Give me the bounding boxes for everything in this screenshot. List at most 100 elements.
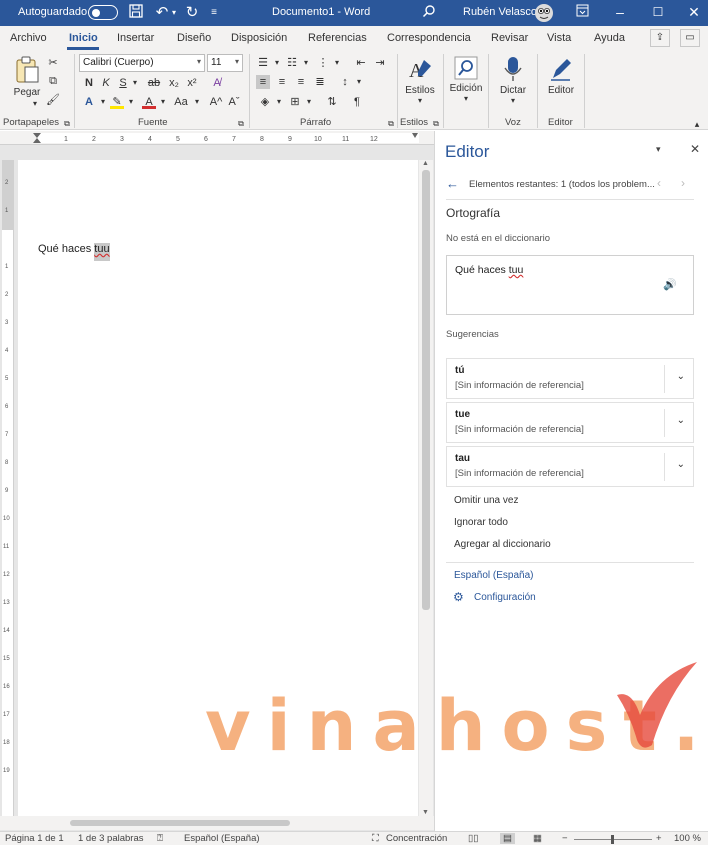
tab-correspondencia[interactable]: Correspondencia: [387, 32, 471, 44]
zoom-in-icon[interactable]: +: [656, 833, 662, 844]
close-pane-icon[interactable]: ✕: [690, 142, 700, 156]
paragraph-launcher-icon[interactable]: ⧉: [384, 117, 398, 131]
font-launcher-icon[interactable]: ⧉: [234, 117, 248, 131]
line-spacing-icon[interactable]: ↕: [338, 75, 352, 89]
numbering-dropdown-icon[interactable]: ▾: [299, 56, 313, 70]
superscript-button[interactable]: x²: [185, 76, 199, 90]
user-name[interactable]: Rubén Velasco: [463, 6, 537, 18]
sort-icon[interactable]: ⇅: [325, 95, 339, 109]
chevron-down-icon[interactable]: ⌄: [677, 415, 685, 426]
search-icon[interactable]: [420, 4, 438, 21]
undo-icon[interactable]: ↶: [152, 4, 172, 21]
minimize-icon[interactable]: –: [612, 4, 628, 21]
page-count[interactable]: Página 1 de 1: [5, 833, 64, 844]
share-icon[interactable]: ⇪: [650, 29, 670, 47]
multilevel-list-icon[interactable]: ⋮: [316, 56, 330, 70]
highlight-icon[interactable]: ✎: [110, 95, 124, 109]
strikethrough-button[interactable]: ab: [147, 76, 161, 90]
scroll-down-icon[interactable]: ▼: [422, 809, 429, 816]
add-to-dictionary-button[interactable]: Agregar al diccionario: [454, 539, 551, 550]
align-center-icon[interactable]: ≡: [275, 75, 289, 89]
font-color-dropdown-icon[interactable]: ▾: [156, 95, 170, 109]
zoom-out-icon[interactable]: −: [562, 833, 568, 844]
italic-button[interactable]: K: [99, 76, 113, 90]
shrink-font-button[interactable]: Aˇ: [226, 95, 242, 109]
borders-dropdown-icon[interactable]: ▾: [302, 95, 316, 109]
show-formatting-icon[interactable]: ¶: [350, 95, 364, 109]
chevron-down-icon[interactable]: ⌄: [677, 459, 685, 470]
multilevel-dropdown-icon[interactable]: ▾: [330, 56, 344, 70]
line-spacing-dropdown-icon[interactable]: ▾: [352, 75, 366, 89]
align-left-icon[interactable]: ≡: [256, 75, 270, 89]
proofing-icon[interactable]: ⍰: [157, 833, 163, 844]
bold-button[interactable]: N: [82, 76, 96, 90]
cut-icon[interactable]: ✂: [46, 56, 60, 70]
customize-toolbar-icon[interactable]: ≡: [208, 4, 220, 21]
language-status[interactable]: Español (España): [184, 833, 260, 844]
focus-mode-button[interactable]: Concentración: [386, 833, 447, 844]
styles-launcher-icon[interactable]: ⧉: [429, 117, 443, 131]
borders-icon[interactable]: ⊞: [288, 95, 302, 109]
tab-vista[interactable]: Vista: [547, 32, 571, 44]
suggestion-item[interactable]: tue [Sin información de referencia] ⌄: [446, 402, 694, 443]
undo-dropdown-icon[interactable]: ▾: [170, 4, 178, 21]
editing-button[interactable]: Edición ▾: [449, 56, 483, 103]
pane-options-icon[interactable]: ▾: [656, 144, 661, 155]
tab-ayuda[interactable]: Ayuda: [594, 32, 625, 44]
clear-formatting-icon[interactable]: A̸: [210, 76, 224, 90]
redo-icon[interactable]: ↻: [183, 4, 201, 21]
word-count[interactable]: 1 de 3 palabras: [78, 833, 144, 844]
autosave-toggle[interactable]: [88, 5, 118, 20]
grow-font-button[interactable]: A^: [208, 95, 224, 109]
avatar[interactable]: [533, 3, 555, 22]
next-icon[interactable]: ›: [681, 176, 685, 190]
tab-diseno[interactable]: Diseño: [177, 32, 211, 44]
suggestion-item[interactable]: tau [Sin información de referencia] ⌄: [446, 446, 694, 487]
save-icon[interactable]: [128, 4, 144, 21]
settings-link[interactable]: Configuración: [474, 592, 536, 603]
tab-disposicion[interactable]: Disposición: [231, 32, 287, 44]
underline-dropdown-icon[interactable]: ▾: [128, 76, 142, 90]
font-color-icon[interactable]: A: [142, 95, 156, 109]
scroll-up-icon[interactable]: ▲: [422, 160, 429, 167]
change-case-button[interactable]: Aa: [172, 95, 190, 109]
highlight-dropdown-icon[interactable]: ▾: [124, 95, 138, 109]
paste-button[interactable]: Pegar: [12, 56, 42, 98]
back-arrow-icon[interactable]: ←: [446, 176, 459, 191]
format-painter-icon[interactable]: 🖌: [46, 93, 60, 107]
horizontal-scrollbar-thumb[interactable]: [70, 820, 290, 826]
collapse-ribbon-icon[interactable]: ▴: [690, 117, 704, 131]
tab-referencias[interactable]: Referencias: [308, 32, 367, 44]
editor-button[interactable]: Editor: [543, 56, 579, 96]
change-case-dropdown-icon[interactable]: ▾: [190, 95, 204, 109]
read-mode-icon[interactable]: ▯▯: [468, 833, 478, 844]
zoom-slider-handle[interactable]: [611, 835, 614, 844]
read-aloud-icon[interactable]: 🔊: [663, 278, 677, 291]
comments-icon[interactable]: ▭: [680, 29, 700, 47]
misspelled-word[interactable]: tuu: [94, 243, 110, 261]
close-icon[interactable]: ✕: [686, 4, 702, 21]
tab-revisar[interactable]: Revisar: [491, 32, 528, 44]
tab-insertar[interactable]: Insertar: [117, 32, 154, 44]
scrollbar-thumb[interactable]: [422, 170, 430, 610]
text-effects-dropdown-icon[interactable]: ▾: [96, 95, 110, 109]
previous-icon[interactable]: ‹: [657, 176, 661, 190]
text-effects-icon[interactable]: A: [82, 95, 96, 109]
maximize-icon[interactable]: ☐: [650, 4, 666, 21]
increase-indent-icon[interactable]: ⇥: [373, 56, 387, 70]
bullets-dropdown-icon[interactable]: ▾: [270, 56, 284, 70]
font-name-combo[interactable]: Calibri (Cuerpo) ▾: [79, 54, 205, 72]
web-layout-icon[interactable]: ▦: [533, 833, 542, 844]
copy-icon[interactable]: ⧉: [46, 74, 60, 88]
horizontal-scrollbar[interactable]: [0, 816, 434, 830]
shading-icon[interactable]: ◈: [258, 95, 272, 109]
justify-icon[interactable]: ≣: [313, 75, 327, 89]
dictate-button[interactable]: Dictar ▾: [495, 56, 531, 105]
gear-icon[interactable]: ⚙: [453, 590, 464, 604]
numbering-icon[interactable]: ☷: [285, 56, 299, 70]
language-link[interactable]: Español (España): [454, 570, 534, 581]
tab-archivo[interactable]: Archivo: [10, 32, 47, 44]
font-size-combo[interactable]: 11 ▾: [207, 54, 243, 72]
paste-dropdown-icon[interactable]: ▾: [28, 97, 42, 111]
chevron-down-icon[interactable]: ⌄: [677, 371, 685, 382]
